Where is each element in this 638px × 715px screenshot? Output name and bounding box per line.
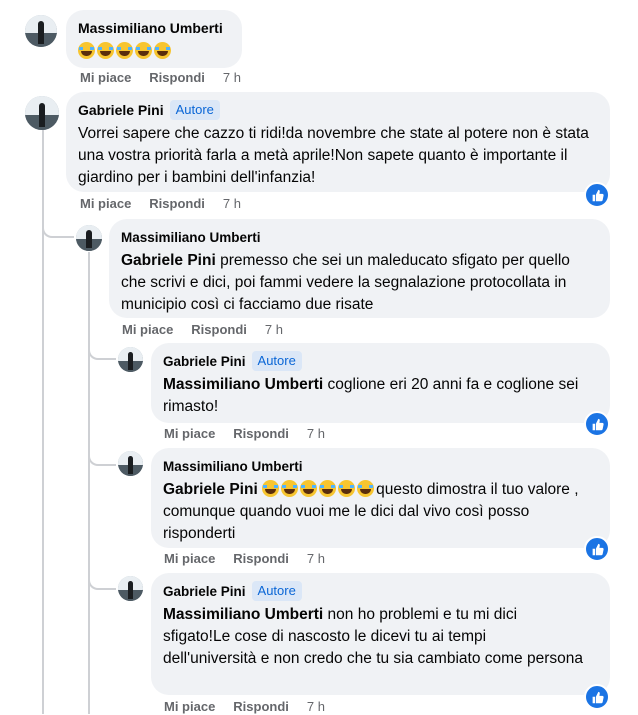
comment-time[interactable]: 7 h: [307, 699, 325, 714]
comment-bubble: Massimiliano Umberti Gabriele Pini preme…: [109, 219, 610, 318]
laughing-emoji-icon: [262, 480, 280, 497]
reply-action[interactable]: Rispondi: [149, 70, 205, 85]
comment-bubble: Massimiliano Umberti Gabriele Pini quest…: [151, 448, 610, 548]
mention-link[interactable]: Massimiliano Umberti: [163, 376, 323, 393]
reply-action[interactable]: Rispondi: [233, 426, 289, 441]
laughing-emoji-icon: [78, 42, 95, 59]
comment-text: Gabriele Pini questo dimostra il tuo val…: [163, 480, 579, 542]
comment-text: Vorrei sapere che cazzo ti ridi!da novem…: [78, 125, 589, 186]
like-action[interactable]: Mi piace: [80, 196, 131, 211]
comment-author[interactable]: Gabriele Pini: [78, 102, 164, 118]
like-action[interactable]: Mi piace: [164, 699, 215, 714]
like-icon: [592, 691, 604, 703]
avatar[interactable]: [25, 15, 57, 47]
comment-author[interactable]: Massimiliano Umberti: [78, 20, 223, 36]
like-icon: [592, 189, 604, 201]
reply-action[interactable]: Rispondi: [191, 322, 247, 337]
like-reaction-badge[interactable]: [584, 182, 610, 208]
comment-text: Massimiliano Umberti coglione eri 20 ann…: [163, 376, 579, 415]
like-action[interactable]: Mi piace: [80, 70, 131, 85]
comment-text: Massimiliano Umberti non ho problemi e t…: [163, 606, 583, 667]
like-reaction-badge[interactable]: [584, 536, 610, 562]
comment-actions: Mi piace Rispondi 7 h: [164, 424, 343, 442]
comment-actions: Mi piace Rispondi 7 h: [80, 194, 259, 212]
laughing-emoji-icon: [300, 480, 318, 497]
laughing-emoji-icon: [116, 42, 133, 59]
author-badge: Autore: [251, 351, 302, 371]
laughing-emoji-icon: [319, 480, 337, 497]
comment-time[interactable]: 7 h: [223, 196, 241, 211]
like-action[interactable]: Mi piace: [122, 322, 173, 337]
like-icon: [592, 418, 604, 430]
like-reaction-badge[interactable]: [584, 411, 610, 437]
comment-time[interactable]: 7 h: [307, 551, 325, 566]
comment-author[interactable]: Gabriele Pini: [163, 584, 246, 599]
thread-elbow-reply-3: [88, 448, 116, 466]
laughing-emoji-icon: [281, 480, 299, 497]
avatar[interactable]: [118, 451, 143, 476]
thread-elbow-reply-4: [88, 566, 116, 590]
like-icon: [592, 543, 604, 555]
like-reaction-badge[interactable]: [584, 684, 610, 710]
comment-author[interactable]: Gabriele Pini: [163, 354, 246, 369]
comment-bubble: Gabriele Pini Autore Vorrei sapere che c…: [66, 92, 610, 192]
thread-elbow-reply-1: [42, 206, 74, 238]
like-action[interactable]: Mi piace: [164, 426, 215, 441]
reply-action[interactable]: Rispondi: [233, 551, 289, 566]
comment-text: [78, 41, 230, 63]
comment-text: Gabriele Pini premesso che sei un maledu…: [121, 252, 570, 313]
laughing-emoji-icon: [97, 42, 114, 59]
thread-line-nested: [88, 252, 90, 714]
laughing-emoji-icon: [135, 42, 152, 59]
comment-author[interactable]: Massimiliano Umberti: [163, 459, 303, 474]
comment-actions: Mi piace Rispondi 7 h: [164, 549, 343, 567]
comment-actions: Mi piace Rispondi 7 h: [122, 320, 301, 338]
mention-link[interactable]: Gabriele Pini: [163, 481, 258, 498]
thread-elbow-reply-2: [88, 340, 116, 360]
laughing-emoji-icon: [338, 480, 356, 497]
comment-actions: Mi piace Rispondi 7 h: [80, 68, 259, 86]
comment-time[interactable]: 7 h: [265, 322, 283, 337]
comment-bubble: Gabriele Pini Autore Massimiliano Umbert…: [151, 573, 610, 695]
reply-action[interactable]: Rispondi: [149, 196, 205, 211]
avatar[interactable]: [25, 96, 59, 130]
laughing-emoji-icon: [154, 42, 171, 59]
comment-time[interactable]: 7 h: [223, 70, 241, 85]
comment-time[interactable]: 7 h: [307, 426, 325, 441]
comment-bubble: Gabriele Pini Autore Massimiliano Umbert…: [151, 343, 610, 423]
avatar[interactable]: [118, 576, 143, 601]
comment-actions: Mi piace Rispondi 7 h: [164, 697, 343, 715]
avatar[interactable]: [118, 347, 143, 372]
avatar[interactable]: [76, 225, 102, 251]
laughing-emoji-icon: [357, 480, 375, 497]
reply-action[interactable]: Rispondi: [233, 699, 289, 714]
mention-link[interactable]: Gabriele Pini: [121, 252, 216, 269]
mention-link[interactable]: Massimiliano Umberti: [163, 606, 323, 623]
like-action[interactable]: Mi piace: [164, 551, 215, 566]
comment-bubble: Massimiliano Umberti: [66, 10, 242, 68]
author-badge: Autore: [251, 581, 302, 601]
author-badge: Autore: [169, 100, 220, 120]
comment-author[interactable]: Massimiliano Umberti: [121, 230, 261, 245]
